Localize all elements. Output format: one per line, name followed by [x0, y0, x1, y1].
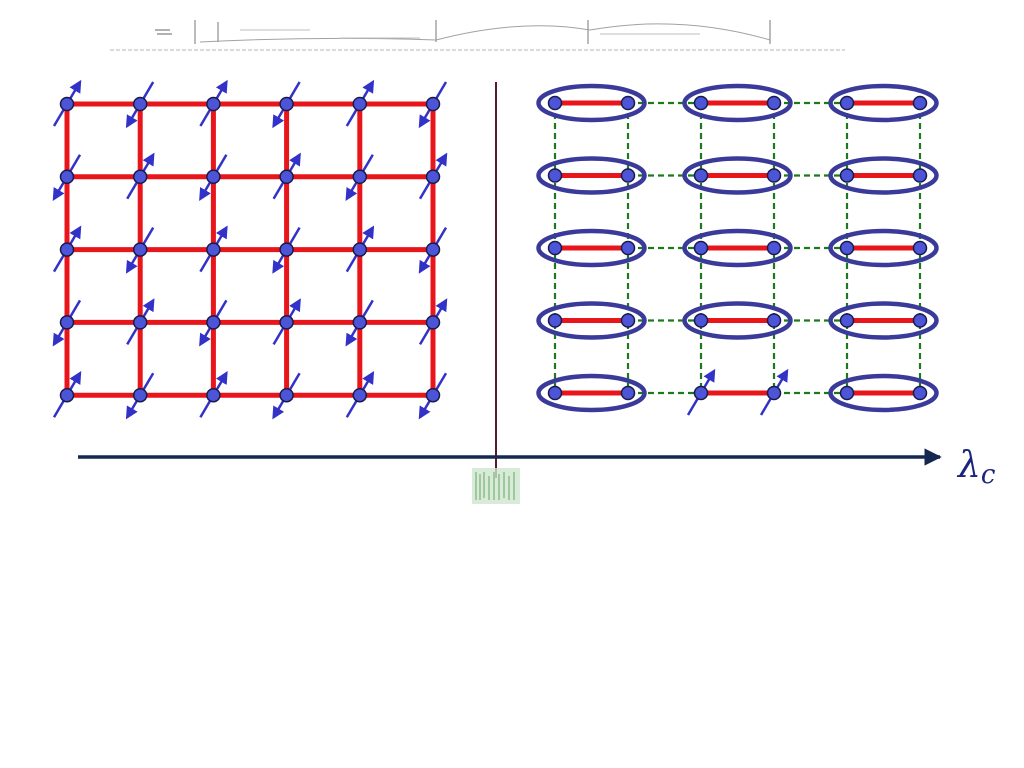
lattice-site [912, 95, 928, 111]
lattice-site [766, 168, 782, 183]
lattice-site [352, 169, 368, 185]
singlet-dimer [536, 228, 647, 268]
lattice-site [59, 242, 75, 257]
lattice-site [839, 168, 855, 183]
singlet-dimer [828, 301, 939, 340]
singlet-dimer [536, 156, 647, 195]
lattice-site [425, 315, 441, 330]
lattice-site [279, 242, 294, 257]
singlet-dimer [682, 228, 793, 268]
lattice-site [59, 315, 75, 330]
lattice-site [839, 313, 855, 328]
header-scribble [110, 20, 845, 51]
lattice-site [912, 240, 928, 256]
lattice-site [352, 242, 368, 257]
lattice-site [766, 240, 782, 256]
singlet-dimer [536, 83, 647, 123]
lattice-site [620, 240, 636, 256]
axis-label: λc [956, 445, 996, 490]
lattice-site [352, 315, 368, 330]
singlet-dimer [828, 373, 939, 413]
lattice-site [132, 387, 148, 403]
lattice-site [547, 240, 563, 256]
lattice-site [59, 387, 75, 403]
singlet-dimer [828, 156, 939, 195]
singlet-dimer [828, 83, 939, 123]
lattice-site [425, 387, 441, 403]
neel-lattice [52, 79, 448, 420]
triplet-dimer [686, 368, 789, 416]
lattice-site [132, 242, 148, 257]
lattice-site [352, 387, 368, 403]
lattice-site [425, 169, 441, 185]
lattice-site [132, 169, 148, 185]
lattice-site [620, 385, 636, 401]
singlet-dimer [828, 228, 939, 268]
lattice-site [766, 385, 782, 401]
singlet-dimer [682, 156, 793, 195]
lattice-site [59, 96, 75, 112]
lattice-site [547, 313, 563, 328]
lattice-site [547, 385, 563, 401]
lattice-site [912, 313, 928, 328]
lattice-site [279, 315, 294, 330]
lattice-site [839, 95, 855, 111]
lattice-bonds [64, 101, 436, 398]
dimer-lattice [536, 83, 939, 416]
lattice-site [693, 168, 709, 183]
lattice-site [547, 168, 563, 183]
lattice-site [279, 96, 294, 112]
axis-symbol: λ [956, 445, 981, 486]
lattice-site [206, 96, 221, 112]
lattice-site [132, 315, 148, 330]
dimers [536, 83, 939, 416]
lattice-site [912, 168, 928, 183]
singlet-dimer [682, 301, 793, 340]
lattice-site [766, 313, 782, 328]
lattice-site [59, 169, 75, 185]
lattice-site [693, 95, 709, 111]
lattice-site [206, 387, 221, 403]
lattice-site [547, 95, 563, 111]
lattice-site [425, 96, 441, 112]
diagram-canvas: λc [52, 20, 996, 504]
lattice-site [620, 313, 636, 328]
singlet-dimer [536, 301, 647, 340]
lattice-site [279, 169, 294, 185]
lattice-site [206, 242, 221, 257]
singlet-dimer [682, 83, 793, 123]
singlet-dimer [536, 373, 647, 413]
lattice-site [839, 385, 855, 401]
lattice-site [766, 95, 782, 111]
lattice-site [279, 387, 294, 403]
lattice-site [912, 385, 928, 401]
transition-label-scribble [472, 468, 520, 504]
lattice-site [206, 169, 221, 185]
lattice-site [693, 240, 709, 256]
lattice-site [693, 313, 709, 328]
axis-subscript: c [981, 460, 996, 490]
lattice-site [839, 240, 855, 256]
lattice-site [620, 95, 636, 111]
lattice-site [693, 385, 709, 401]
lattice-site [206, 315, 221, 330]
lattice-site [620, 168, 636, 183]
lattice-site [425, 242, 441, 257]
lattice-site [132, 96, 148, 112]
lattice-site [352, 96, 368, 112]
